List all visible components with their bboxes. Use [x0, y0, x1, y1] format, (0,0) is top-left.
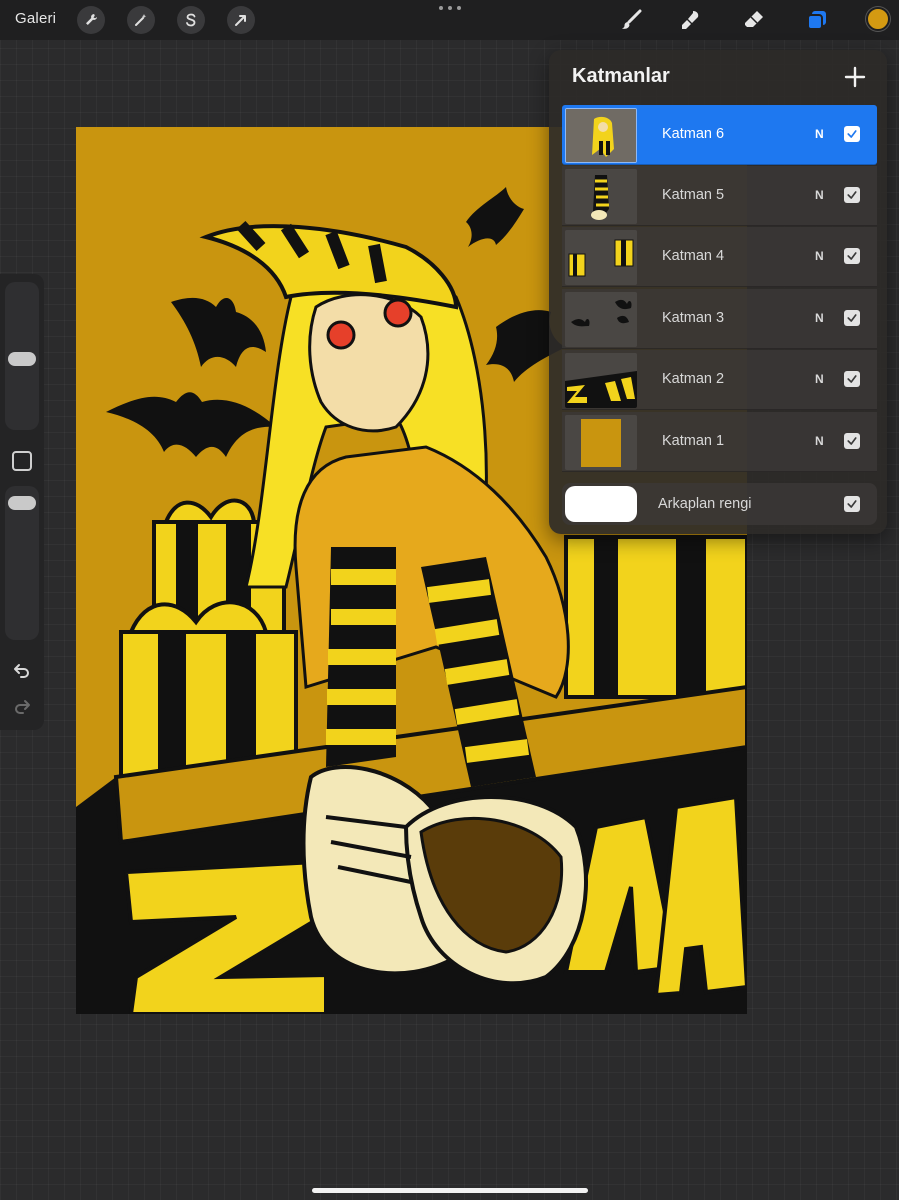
visibility-checkbox[interactable]: [844, 310, 860, 326]
top-toolbar: Galeri: [0, 0, 899, 40]
opacity-thumb[interactable]: [8, 496, 36, 510]
layer-row-6[interactable]: Katman 6 N: [562, 105, 877, 165]
layer-thumbnail: [565, 292, 637, 347]
layer-row-4[interactable]: Katman 4 N: [562, 227, 877, 287]
redo-icon[interactable]: [10, 694, 34, 718]
home-indicator[interactable]: [312, 1188, 588, 1193]
blend-mode-button[interactable]: N: [815, 249, 824, 263]
magic-wand-icon[interactable]: [127, 6, 155, 34]
layer-name: Katman 6: [662, 126, 725, 142]
smudge-icon[interactable]: [677, 6, 705, 34]
panel-title: Katmanlar: [572, 65, 670, 87]
layer-name: Katman 2: [662, 371, 725, 387]
visibility-checkbox[interactable]: [844, 433, 860, 449]
visibility-checkbox[interactable]: [844, 187, 860, 203]
layer-thumbnail: [565, 230, 637, 285]
visibility-checkbox[interactable]: [844, 126, 860, 142]
more-options-icon[interactable]: [439, 3, 461, 13]
modify-button[interactable]: [12, 451, 32, 471]
blend-mode-button[interactable]: N: [815, 372, 824, 386]
layer-name: Katman 4: [662, 248, 725, 264]
layer-row-1[interactable]: Katman 1 N: [562, 412, 877, 472]
layer-name: Katman 5: [662, 187, 725, 203]
layer-row-5[interactable]: Katman 5 N: [562, 166, 877, 226]
blend-mode-button[interactable]: N: [815, 127, 824, 141]
brush-size-thumb[interactable]: [8, 352, 36, 366]
color-picker-swatch[interactable]: [866, 7, 890, 31]
layer-thumbnail: [565, 108, 637, 163]
gallery-button[interactable]: Galeri: [15, 10, 56, 27]
background-color-swatch[interactable]: [565, 486, 637, 522]
blend-mode-button[interactable]: N: [815, 188, 824, 202]
wrench-icon[interactable]: [77, 6, 105, 34]
blend-mode-button[interactable]: N: [815, 434, 824, 448]
background-color-label: Arkaplan rengi: [658, 496, 752, 512]
undo-icon[interactable]: [10, 658, 34, 682]
layer-row-2[interactable]: Katman 2 N: [562, 350, 877, 410]
layer-thumbnail: [565, 169, 637, 224]
layer-thumbnail: [565, 353, 637, 408]
blend-mode-button[interactable]: N: [815, 311, 824, 325]
brush-icon[interactable]: [617, 6, 645, 34]
layers-icon[interactable]: [803, 6, 831, 34]
visibility-checkbox[interactable]: [844, 248, 860, 264]
add-layer-icon[interactable]: [843, 65, 867, 89]
eraser-icon[interactable]: [740, 6, 768, 34]
visibility-checkbox[interactable]: [844, 496, 860, 512]
layers-panel: Katmanlar Katman 6 N Katman 5 N Katman 4…: [549, 50, 887, 534]
layer-thumbnail: [565, 415, 637, 470]
layer-row-3[interactable]: Katman 3 N: [562, 289, 877, 349]
background-color-row[interactable]: Arkaplan rengi: [562, 483, 877, 525]
layer-name: Katman 3: [662, 310, 725, 326]
transform-arrow-icon[interactable]: [227, 6, 255, 34]
layer-name: Katman 1: [662, 433, 725, 449]
visibility-checkbox[interactable]: [844, 371, 860, 387]
selection-s-icon[interactable]: [177, 6, 205, 34]
left-sidebar: [0, 274, 44, 730]
